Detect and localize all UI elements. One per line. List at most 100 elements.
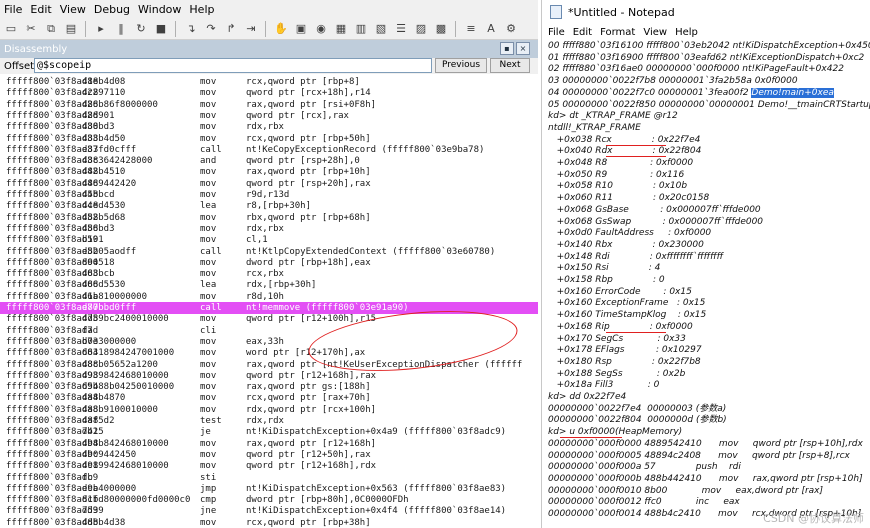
disassembly-row[interactable]: fffff800`03f8adc1 4989942468010000 mov qwor… — [0, 460, 538, 472]
notepad-menu-file[interactable]: File — [548, 27, 565, 38]
source-mode-icon[interactable]: ≡ — [462, 20, 480, 38]
previous-button[interactable]: Previous — [435, 58, 487, 73]
options-icon[interactable]: ⚙ — [502, 20, 520, 38]
disassembly-row[interactable]: fffff800`03f8ad9b 65488b04250010000 mov rax… — [0, 381, 538, 393]
dock-icon[interactable]: ▪ — [500, 42, 514, 55]
disassembly-row[interactable]: fffff800`03f8add9 7539 jne nt!KiDispatchExc… — [0, 505, 538, 517]
disassembly-row[interactable]: fffff800`03f8ad46 4889442420 mov qword ptr … — [0, 178, 538, 190]
disassembly-row[interactable]: fffff800`03f8adb4 498b842468010000 mov rax,… — [0, 438, 538, 450]
disassembly-row[interactable]: fffff800`03f8ad3c 4883642428000 and qword p… — [0, 155, 538, 167]
disassembly-row[interactable]: fffff800`03f8ad66 488d5530 lea rdx,[rbp+30h… — [0, 279, 538, 291]
stop-icon[interactable]: ■ — [152, 20, 170, 38]
disassembly-row[interactable]: fffff800`03f8adca e9b4000000 jmp nt!KiDispa… — [0, 483, 538, 495]
disassembly-icon[interactable]: ▨ — [412, 20, 430, 38]
notepad-line-text: kd> dd 0x22f7e4 — [548, 392, 627, 402]
command-icon[interactable]: ▣ — [292, 20, 310, 38]
disassembly-listing[interactable]: fffff800`03f8ad1e 488b4d08 mov rcx,qword pt… — [0, 76, 538, 528]
disassembly-row[interactable]: fffff800`03f8ad56 488bd3 mov rdx,rbx — [0, 223, 538, 235]
mnemonic: mov — [200, 190, 217, 200]
opcode-bytes: 4c897110 — [82, 88, 126, 99]
scratchpad-icon[interactable]: ▩ — [432, 20, 450, 38]
operands: qword ptr [r12+168h],rdx — [246, 461, 377, 472]
notepad-menu-view[interactable]: View — [643, 27, 667, 38]
notepad-line: +0x048 R8 : 0xf0000 — [548, 157, 694, 169]
disassembly-row[interactable]: fffff800`03f8ad6a 41b810000000 mov r8d,10h — [0, 291, 538, 303]
disassembly-row[interactable]: fffff800`03f8adaf 4885d2 test rdx,rdx — [0, 415, 538, 427]
operands: rcx,qword ptr [rbp+38h] — [246, 517, 371, 528]
opcode-bytes: 488b4510 — [82, 167, 126, 178]
notepad-menu-edit[interactable]: Edit — [573, 27, 592, 38]
next-button[interactable]: Next — [490, 58, 530, 73]
disassembly-row[interactable]: fffff800`03f8adbc 4909442450 mov qword ptr … — [0, 449, 538, 461]
open-icon[interactable]: ▭ — [2, 20, 20, 38]
notepad-line: 03 00000000`0022f7b8 00000001`3fa2b58a 0… — [548, 75, 798, 87]
disassembly-row[interactable]: fffff800`03f8ad26 488b86f8000000 mov rax,qw… — [0, 99, 538, 111]
notepad-line-text: +0x158 Rbp : 0 — [548, 275, 665, 285]
disassembly-row[interactable]: fffff800`03f8ad22 4c897110 mov qword ptr [r… — [0, 87, 538, 99]
offset-input[interactable]: @$scopeip — [34, 58, 432, 73]
disassembly-row[interactable]: fffff800`03f8addb 488b4d38 mov rcx,qword pt… — [0, 517, 538, 528]
notepad-line: 00000000`000f0005 48894c2408 mov qword p… — [548, 450, 850, 462]
disassembly-row[interactable]: fffff800`03f8ad4e 4c8d4530 lea r8,[rbp+30h] — [0, 200, 538, 212]
disassembly-row[interactable]: fffff800`03f8ad59 b101 mov cl,1 — [0, 234, 538, 246]
cut-icon[interactable]: ✂ — [22, 20, 40, 38]
disassembly-row[interactable]: fffff800`03f8adc9 fb sti — [0, 472, 538, 484]
notepad-menu-format[interactable]: Format — [600, 27, 635, 38]
menu-help[interactable]: Help — [189, 3, 214, 16]
menu-window[interactable]: Window — [138, 3, 181, 16]
registers-icon[interactable]: ▥ — [352, 20, 370, 38]
run-to-cursor-icon[interactable]: ⇥ — [242, 20, 260, 38]
disassembly-row[interactable]: fffff800`03f8ada4 488b4870 mov rcx,qword pt… — [0, 392, 538, 404]
menu-debug[interactable]: Debug — [94, 3, 130, 16]
selected-text[interactable]: Demo!main+0xea — [751, 87, 834, 98]
notepad-line-text: +0x068 GsBase : 0x000007ff`fffde000 — [548, 204, 761, 215]
menu-view[interactable]: View — [60, 3, 86, 16]
opcode-bytes: 4909442450 — [82, 449, 137, 460]
notepad-line-text: +0x180 Rsp : 0x22f7b8 — [548, 356, 701, 367]
watch-icon[interactable]: ◉ — [312, 20, 330, 38]
notepad-line: 01 fffff880`03f16900 fffff800`03eafd62 n… — [548, 52, 864, 64]
notepad-line: +0x160 ErrorCode : 0x15 — [548, 286, 692, 298]
hand-icon[interactable]: ✋ — [272, 20, 290, 38]
opcode-bytes: 4989842468010000 — [82, 370, 169, 381]
disassembly-row[interactable]: fffff800`03f8ad4b 458bcd mov r9d,r13d — [0, 189, 538, 201]
step-into-icon[interactable]: ↴ — [182, 20, 200, 38]
opcode-bytes: 488bcb — [82, 269, 115, 280]
step-over-icon[interactable]: ↷ — [202, 20, 220, 38]
close-icon[interactable]: × — [516, 42, 530, 55]
red-underline-annotation — [560, 436, 622, 439]
disassembly-row[interactable]: fffff800`03f8ad2d 488901 mov qword ptr [rcx… — [0, 110, 538, 122]
disassembly-row[interactable]: fffff800`03f8ad52 488b5d68 mov rbx,qword pt… — [0, 212, 538, 224]
menu-file[interactable]: File — [4, 3, 22, 16]
disassembly-row[interactable]: fffff800`03f8ad63 488bcb mov rcx,rbx — [0, 268, 538, 280]
locals-icon[interactable]: ▦ — [332, 20, 350, 38]
memory-icon[interactable]: ▧ — [372, 20, 390, 38]
disassembly-row[interactable]: fffff800`03f8ad37 e83fd0cfff call nt!KeCopy… — [0, 144, 538, 156]
mnemonic: mov — [200, 178, 217, 189]
break-icon[interactable]: ‖ — [112, 20, 130, 38]
paste-icon[interactable]: ▤ — [62, 20, 80, 38]
disassembly-row[interactable]: fffff800`03f8adb2 7415 je nt!KiDispatchExce… — [0, 426, 538, 438]
notepad-text-area[interactable]: 00 fffff880`03f16100 fffff800`03eb2042 n… — [542, 40, 870, 528]
go-icon[interactable]: ▸ — [92, 20, 110, 38]
callstack-icon[interactable]: ☰ — [392, 20, 410, 38]
disassembly-row[interactable]: fffff800`03f8ad93 4989842468010000 mov qwor… — [0, 370, 538, 382]
disassembly-row[interactable]: fffff800`03f8ad33 488b4d50 mov rcx,qword pt… — [0, 133, 538, 145]
disassembly-row[interactable]: fffff800`03f8ada8 488b9100010000 mov rdx,qw… — [0, 404, 538, 416]
copy-icon[interactable]: ⧉ — [42, 20, 60, 38]
notepad-line: +0x160 TimeStampKlog : 0x15 — [548, 309, 707, 321]
notepad-menu-help[interactable]: Help — [675, 27, 698, 38]
font-icon[interactable]: A — [482, 20, 500, 38]
disassembly-row[interactable]: fffff800`03f8adcf 81bd80000000fd0000c0 cmp… — [0, 494, 538, 506]
notepad-line: +0x178 EFlags : 0x10297 — [548, 344, 702, 356]
disassembly-row[interactable]: fffff800`03f8ad60 894518 mov dword ptr [rbp… — [0, 257, 538, 269]
menu-edit[interactable]: Edit — [30, 3, 51, 16]
disassembly-row[interactable]: fffff800`03f8ad1e 488b4d08 mov rcx,qword pt… — [0, 76, 538, 88]
step-out-icon[interactable]: ↱ — [222, 20, 240, 38]
restart-icon[interactable]: ↻ — [132, 20, 150, 38]
mnemonic: cmp — [200, 495, 217, 506]
disassembly-row[interactable]: fffff800`03f8ad5b e8205aodff call nt!KtlpCo… — [0, 246, 538, 258]
disassembly-row[interactable]: fffff800`03f8ad42 488b4510 mov rax,qword pt… — [0, 166, 538, 178]
disassembly-row[interactable]: fffff800`03f8ad30 488bd3 mov rdx,rbx — [0, 121, 538, 133]
mnemonic: mov — [200, 88, 217, 99]
